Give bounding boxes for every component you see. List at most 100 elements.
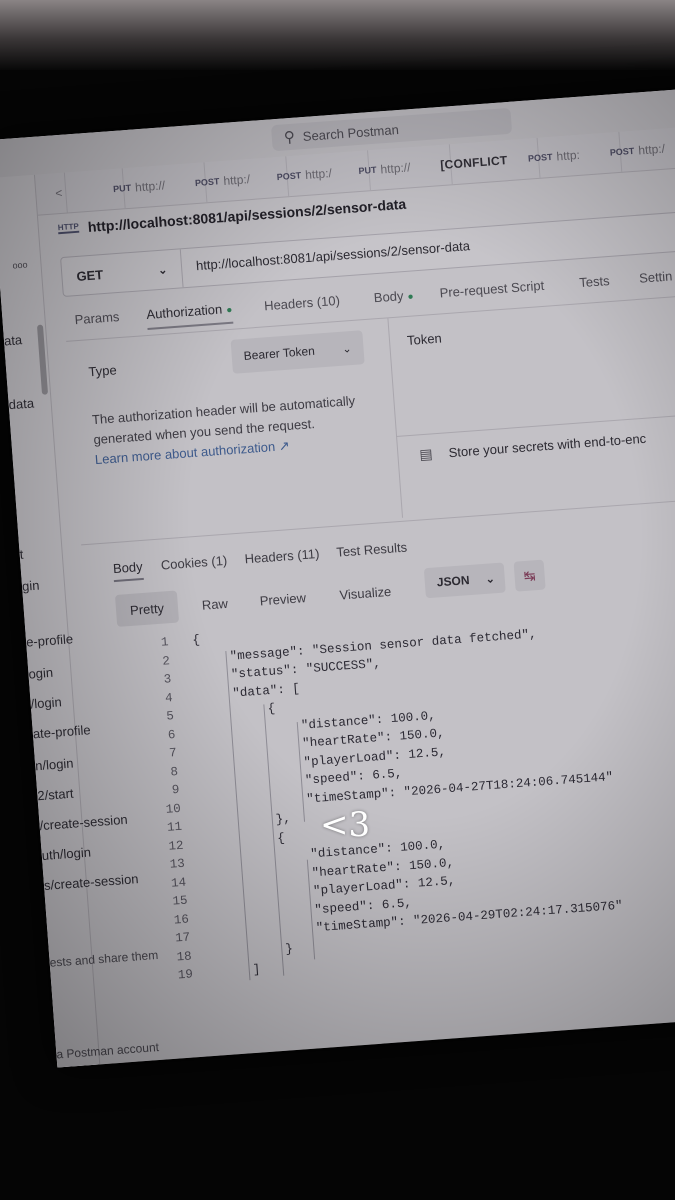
auth-type-value: Bearer Token [243, 343, 316, 363]
line-number: 2 [161, 653, 171, 669]
format-value: JSON [436, 573, 470, 590]
sidebar-item[interactable]: gin [21, 578, 39, 594]
tab-pre-request-script[interactable]: Pre-request Script [439, 278, 545, 301]
line-number: 3 [163, 672, 172, 687]
sidebar-item[interactable]: ate-profile [32, 722, 91, 741]
heart-text-overlay: <3 [320, 805, 371, 845]
tab-method: PUT [112, 182, 132, 195]
secrets-text: Store your secrets with end-to-enc [448, 430, 647, 461]
url-input[interactable]: http://localhost:8081/api/sessions/2/sen… [195, 238, 470, 273]
wrap-lines-icon[interactable]: ↹ [513, 559, 546, 592]
tab-method: POST [276, 170, 302, 183]
sidebar-item[interactable]: uth/login [41, 845, 91, 864]
search-placeholder: Search Postman [302, 121, 400, 144]
sidebar-item[interactable]: t [19, 547, 24, 562]
tab-method: POST [609, 145, 635, 158]
code-line: } [284, 941, 294, 956]
sidebar-item[interactable]: 2/start [37, 786, 74, 804]
line-number: 10 [165, 801, 182, 817]
code-line: { [191, 632, 201, 648]
code-line: "speed": 6.5, [304, 766, 403, 788]
tab-headers[interactable]: Headers (10) [264, 293, 341, 314]
line-number: 6 [167, 727, 176, 743]
tab-label: http:/ [637, 141, 666, 158]
raw-button[interactable]: Raw [187, 586, 243, 622]
code-line: { [267, 701, 276, 717]
line-number: 19 [177, 967, 194, 983]
line-number: 7 [168, 745, 178, 761]
tab-label: http:/ [304, 166, 333, 182]
tab-method: PUT [358, 164, 377, 177]
search-icon: ⚲ [283, 128, 296, 147]
tab-settings[interactable]: Settin [639, 268, 673, 285]
tab-label: Authorization [145, 301, 223, 322]
code-line: ] [252, 962, 261, 977]
line-number: 14 [170, 875, 187, 891]
response-tab-headers[interactable]: Headers (11) [244, 546, 320, 566]
tab-body[interactable]: Body ● [373, 287, 414, 305]
chevron-down-icon: ⌄ [341, 342, 352, 356]
tab-method: POST [194, 176, 220, 189]
http-icon: HTTP [57, 221, 80, 235]
line-number: 15 [172, 893, 189, 909]
more-icon[interactable]: ooo [12, 260, 28, 271]
line-number: 5 [165, 709, 175, 724]
sidebar-item[interactable]: ata [3, 332, 22, 348]
tab-label: http: [556, 147, 581, 164]
line-number: 12 [167, 838, 184, 854]
tab-label: http:/ [222, 172, 251, 188]
code-line: "speed": 6.5, [314, 895, 413, 917]
response-tab-cookies[interactable]: Cookies (1) [160, 553, 227, 573]
line-number: 8 [170, 764, 179, 779]
secrets-banner[interactable]: ▤ Store your secrets with end-to-enc [396, 411, 675, 476]
preview-button[interactable]: Preview [245, 580, 321, 617]
postman-window: ⚲ Search Postman ort < PUThttp:// POSTht… [0, 87, 675, 1068]
code-line: }, [275, 811, 292, 827]
auth-type-select[interactable]: Bearer Token ⌄ [230, 330, 365, 374]
auth-type-section: Type Bearer Token ⌄ The authorization he… [66, 318, 404, 542]
tab-params[interactable]: Params [74, 309, 120, 327]
code-line: "message": "Session sensor data fetched"… [229, 626, 537, 664]
pretty-button[interactable]: Pretty [114, 590, 180, 627]
chevron-down-icon: ⌄ [485, 572, 496, 586]
line-number: 17 [174, 930, 191, 946]
code-line: "data": [ [231, 681, 301, 701]
tab-label: http:// [134, 178, 166, 195]
method-select[interactable]: GET ⌄ [61, 249, 184, 296]
sidebar-item[interactable]: ogin [28, 665, 54, 682]
status-dot: ● [407, 291, 414, 303]
line-number: 16 [173, 912, 190, 928]
tab-item[interactable]: POST http:/ [598, 125, 675, 174]
visualize-button[interactable]: Visualize [324, 574, 406, 612]
method-value: GET [75, 266, 104, 284]
response-view-bar: Pretty Raw Preview Visualize JSON ⌄ ↹ [114, 559, 556, 627]
tab-tests[interactable]: Tests [579, 273, 610, 290]
sidebar-item[interactable]: /login [30, 694, 62, 711]
line-number: 18 [176, 948, 193, 964]
chevron-left-icon: < [54, 185, 63, 201]
tab-authorization[interactable]: Authorization ● [145, 300, 234, 330]
sidebar-item[interactable]: e-profile [26, 631, 74, 649]
line-number: 9 [171, 782, 180, 798]
sidebar-item[interactable]: data [8, 395, 34, 412]
format-select[interactable]: JSON ⌄ [423, 562, 506, 599]
tab-label: Body [373, 288, 404, 306]
response-panel: Body Cookies (1) Headers (11) Test Resul… [81, 496, 675, 1064]
token-label: Token [406, 330, 443, 348]
indent-guide [225, 651, 251, 981]
line-number: 4 [164, 690, 174, 706]
vault-icon: ▤ [418, 445, 434, 463]
sidebar-scrollbar[interactable] [36, 324, 49, 395]
code-line: { [276, 830, 286, 846]
tab-label: http:// [379, 160, 411, 177]
line-number: 1 [160, 635, 170, 650]
tab-label: [CONFLICT [439, 153, 509, 173]
sidebar-item[interactable]: n/login [35, 756, 74, 774]
response-tab-body[interactable]: Body [112, 558, 144, 583]
type-label: Type [87, 362, 118, 380]
room-ceiling [0, 0, 675, 70]
chevron-down-icon: ⌄ [157, 263, 168, 277]
response-tab-test-results[interactable]: Test Results [336, 540, 408, 560]
tab-method: POST [527, 151, 553, 164]
status-dot: ● [225, 304, 233, 317]
